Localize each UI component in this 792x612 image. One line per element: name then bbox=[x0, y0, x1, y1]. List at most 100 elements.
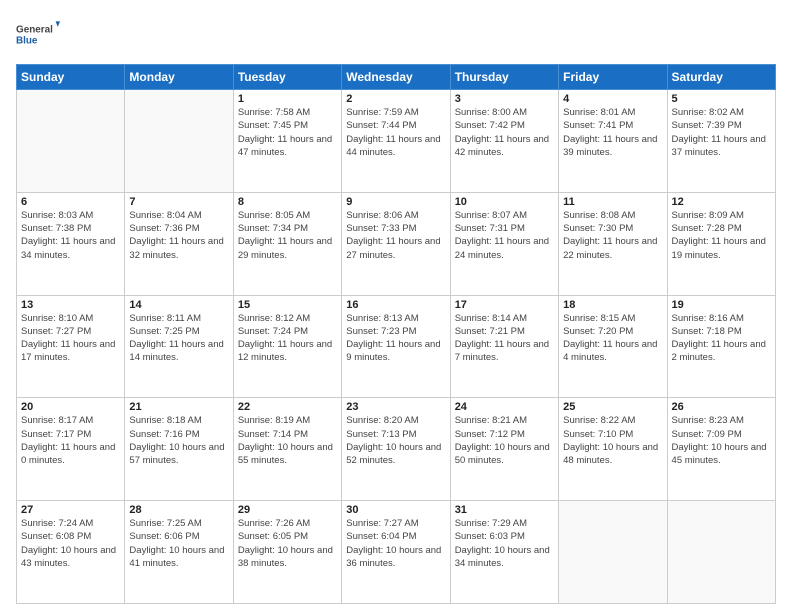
day-info: Sunrise: 7:58 AMSunset: 7:45 PMDaylight:… bbox=[238, 106, 337, 159]
logo-svg: General Blue bbox=[16, 12, 60, 56]
calendar-cell: 8Sunrise: 8:05 AMSunset: 7:34 PMDaylight… bbox=[233, 192, 341, 295]
day-number: 17 bbox=[455, 299, 554, 311]
calendar-cell: 22Sunrise: 8:19 AMSunset: 7:14 PMDayligh… bbox=[233, 398, 341, 501]
day-info: Sunrise: 8:17 AMSunset: 7:17 PMDaylight:… bbox=[21, 414, 120, 467]
day-info: Sunrise: 7:29 AMSunset: 6:03 PMDaylight:… bbox=[455, 517, 554, 570]
calendar-cell: 16Sunrise: 8:13 AMSunset: 7:23 PMDayligh… bbox=[342, 295, 450, 398]
calendar-cell: 3Sunrise: 8:00 AMSunset: 7:42 PMDaylight… bbox=[450, 90, 558, 193]
day-number: 18 bbox=[563, 299, 662, 311]
day-number: 8 bbox=[238, 196, 337, 208]
day-info: Sunrise: 8:23 AMSunset: 7:09 PMDaylight:… bbox=[672, 414, 771, 467]
calendar-cell: 15Sunrise: 8:12 AMSunset: 7:24 PMDayligh… bbox=[233, 295, 341, 398]
week-row-2: 13Sunrise: 8:10 AMSunset: 7:27 PMDayligh… bbox=[17, 295, 776, 398]
calendar-cell: 10Sunrise: 8:07 AMSunset: 7:31 PMDayligh… bbox=[450, 192, 558, 295]
day-number: 6 bbox=[21, 196, 120, 208]
day-info: Sunrise: 8:09 AMSunset: 7:28 PMDaylight:… bbox=[672, 209, 771, 262]
calendar-cell: 25Sunrise: 8:22 AMSunset: 7:10 PMDayligh… bbox=[559, 398, 667, 501]
day-number: 4 bbox=[563, 93, 662, 105]
day-number: 31 bbox=[455, 504, 554, 516]
day-info: Sunrise: 8:15 AMSunset: 7:20 PMDaylight:… bbox=[563, 312, 662, 365]
day-info: Sunrise: 8:00 AMSunset: 7:42 PMDaylight:… bbox=[455, 106, 554, 159]
day-info: Sunrise: 8:16 AMSunset: 7:18 PMDaylight:… bbox=[672, 312, 771, 365]
day-info: Sunrise: 7:59 AMSunset: 7:44 PMDaylight:… bbox=[346, 106, 445, 159]
day-number: 14 bbox=[129, 299, 228, 311]
week-row-3: 20Sunrise: 8:17 AMSunset: 7:17 PMDayligh… bbox=[17, 398, 776, 501]
day-info: Sunrise: 7:26 AMSunset: 6:05 PMDaylight:… bbox=[238, 517, 337, 570]
calendar-cell: 21Sunrise: 8:18 AMSunset: 7:16 PMDayligh… bbox=[125, 398, 233, 501]
week-row-4: 27Sunrise: 7:24 AMSunset: 6:08 PMDayligh… bbox=[17, 501, 776, 604]
logo: General Blue bbox=[16, 12, 60, 56]
day-header-sunday: Sunday bbox=[17, 65, 125, 90]
day-header-saturday: Saturday bbox=[667, 65, 775, 90]
day-info: Sunrise: 8:06 AMSunset: 7:33 PMDaylight:… bbox=[346, 209, 445, 262]
day-info: Sunrise: 8:05 AMSunset: 7:34 PMDaylight:… bbox=[238, 209, 337, 262]
day-header-thursday: Thursday bbox=[450, 65, 558, 90]
calendar-cell: 26Sunrise: 8:23 AMSunset: 7:09 PMDayligh… bbox=[667, 398, 775, 501]
day-number: 12 bbox=[672, 196, 771, 208]
day-info: Sunrise: 8:20 AMSunset: 7:13 PMDaylight:… bbox=[346, 414, 445, 467]
day-info: Sunrise: 7:27 AMSunset: 6:04 PMDaylight:… bbox=[346, 517, 445, 570]
calendar-cell: 23Sunrise: 8:20 AMSunset: 7:13 PMDayligh… bbox=[342, 398, 450, 501]
day-info: Sunrise: 8:02 AMSunset: 7:39 PMDaylight:… bbox=[672, 106, 771, 159]
calendar-cell: 18Sunrise: 8:15 AMSunset: 7:20 PMDayligh… bbox=[559, 295, 667, 398]
calendar-cell: 17Sunrise: 8:14 AMSunset: 7:21 PMDayligh… bbox=[450, 295, 558, 398]
day-info: Sunrise: 8:21 AMSunset: 7:12 PMDaylight:… bbox=[455, 414, 554, 467]
calendar-cell bbox=[17, 90, 125, 193]
calendar-cell: 9Sunrise: 8:06 AMSunset: 7:33 PMDaylight… bbox=[342, 192, 450, 295]
day-number: 28 bbox=[129, 504, 228, 516]
day-info: Sunrise: 8:19 AMSunset: 7:14 PMDaylight:… bbox=[238, 414, 337, 467]
day-number: 11 bbox=[563, 196, 662, 208]
day-number: 10 bbox=[455, 196, 554, 208]
calendar-cell: 6Sunrise: 8:03 AMSunset: 7:38 PMDaylight… bbox=[17, 192, 125, 295]
day-number: 3 bbox=[455, 93, 554, 105]
calendar-cell: 5Sunrise: 8:02 AMSunset: 7:39 PMDaylight… bbox=[667, 90, 775, 193]
calendar-cell: 14Sunrise: 8:11 AMSunset: 7:25 PMDayligh… bbox=[125, 295, 233, 398]
day-info: Sunrise: 8:07 AMSunset: 7:31 PMDaylight:… bbox=[455, 209, 554, 262]
calendar-cell: 12Sunrise: 8:09 AMSunset: 7:28 PMDayligh… bbox=[667, 192, 775, 295]
calendar-cell: 27Sunrise: 7:24 AMSunset: 6:08 PMDayligh… bbox=[17, 501, 125, 604]
day-number: 2 bbox=[346, 93, 445, 105]
day-number: 5 bbox=[672, 93, 771, 105]
day-header-wednesday: Wednesday bbox=[342, 65, 450, 90]
day-number: 15 bbox=[238, 299, 337, 311]
day-info: Sunrise: 8:04 AMSunset: 7:36 PMDaylight:… bbox=[129, 209, 228, 262]
calendar-cell bbox=[125, 90, 233, 193]
day-info: Sunrise: 8:11 AMSunset: 7:25 PMDaylight:… bbox=[129, 312, 228, 365]
day-info: Sunrise: 7:25 AMSunset: 6:06 PMDaylight:… bbox=[129, 517, 228, 570]
page: General Blue SundayMondayTuesdayWednesda… bbox=[0, 0, 792, 612]
calendar-cell: 1Sunrise: 7:58 AMSunset: 7:45 PMDaylight… bbox=[233, 90, 341, 193]
day-number: 19 bbox=[672, 299, 771, 311]
day-header-friday: Friday bbox=[559, 65, 667, 90]
svg-text:General: General bbox=[16, 24, 53, 35]
day-number: 13 bbox=[21, 299, 120, 311]
day-info: Sunrise: 8:22 AMSunset: 7:10 PMDaylight:… bbox=[563, 414, 662, 467]
day-number: 1 bbox=[238, 93, 337, 105]
week-row-0: 1Sunrise: 7:58 AMSunset: 7:45 PMDaylight… bbox=[17, 90, 776, 193]
calendar-header-row: SundayMondayTuesdayWednesdayThursdayFrid… bbox=[17, 65, 776, 90]
calendar-cell: 4Sunrise: 8:01 AMSunset: 7:41 PMDaylight… bbox=[559, 90, 667, 193]
calendar-cell: 30Sunrise: 7:27 AMSunset: 6:04 PMDayligh… bbox=[342, 501, 450, 604]
day-info: Sunrise: 8:01 AMSunset: 7:41 PMDaylight:… bbox=[563, 106, 662, 159]
day-number: 22 bbox=[238, 401, 337, 413]
calendar-cell: 11Sunrise: 8:08 AMSunset: 7:30 PMDayligh… bbox=[559, 192, 667, 295]
day-info: Sunrise: 8:18 AMSunset: 7:16 PMDaylight:… bbox=[129, 414, 228, 467]
calendar-cell: 20Sunrise: 8:17 AMSunset: 7:17 PMDayligh… bbox=[17, 398, 125, 501]
svg-text:Blue: Blue bbox=[16, 35, 38, 46]
calendar-cell: 28Sunrise: 7:25 AMSunset: 6:06 PMDayligh… bbox=[125, 501, 233, 604]
day-header-tuesday: Tuesday bbox=[233, 65, 341, 90]
week-row-1: 6Sunrise: 8:03 AMSunset: 7:38 PMDaylight… bbox=[17, 192, 776, 295]
calendar-cell: 2Sunrise: 7:59 AMSunset: 7:44 PMDaylight… bbox=[342, 90, 450, 193]
calendar-cell bbox=[667, 501, 775, 604]
day-number: 25 bbox=[563, 401, 662, 413]
day-info: Sunrise: 8:03 AMSunset: 7:38 PMDaylight:… bbox=[21, 209, 120, 262]
header: General Blue bbox=[16, 12, 776, 56]
day-number: 21 bbox=[129, 401, 228, 413]
day-header-monday: Monday bbox=[125, 65, 233, 90]
day-number: 23 bbox=[346, 401, 445, 413]
day-number: 26 bbox=[672, 401, 771, 413]
calendar-cell: 29Sunrise: 7:26 AMSunset: 6:05 PMDayligh… bbox=[233, 501, 341, 604]
calendar-cell: 31Sunrise: 7:29 AMSunset: 6:03 PMDayligh… bbox=[450, 501, 558, 604]
calendar-cell: 7Sunrise: 8:04 AMSunset: 7:36 PMDaylight… bbox=[125, 192, 233, 295]
day-info: Sunrise: 8:08 AMSunset: 7:30 PMDaylight:… bbox=[563, 209, 662, 262]
day-number: 24 bbox=[455, 401, 554, 413]
